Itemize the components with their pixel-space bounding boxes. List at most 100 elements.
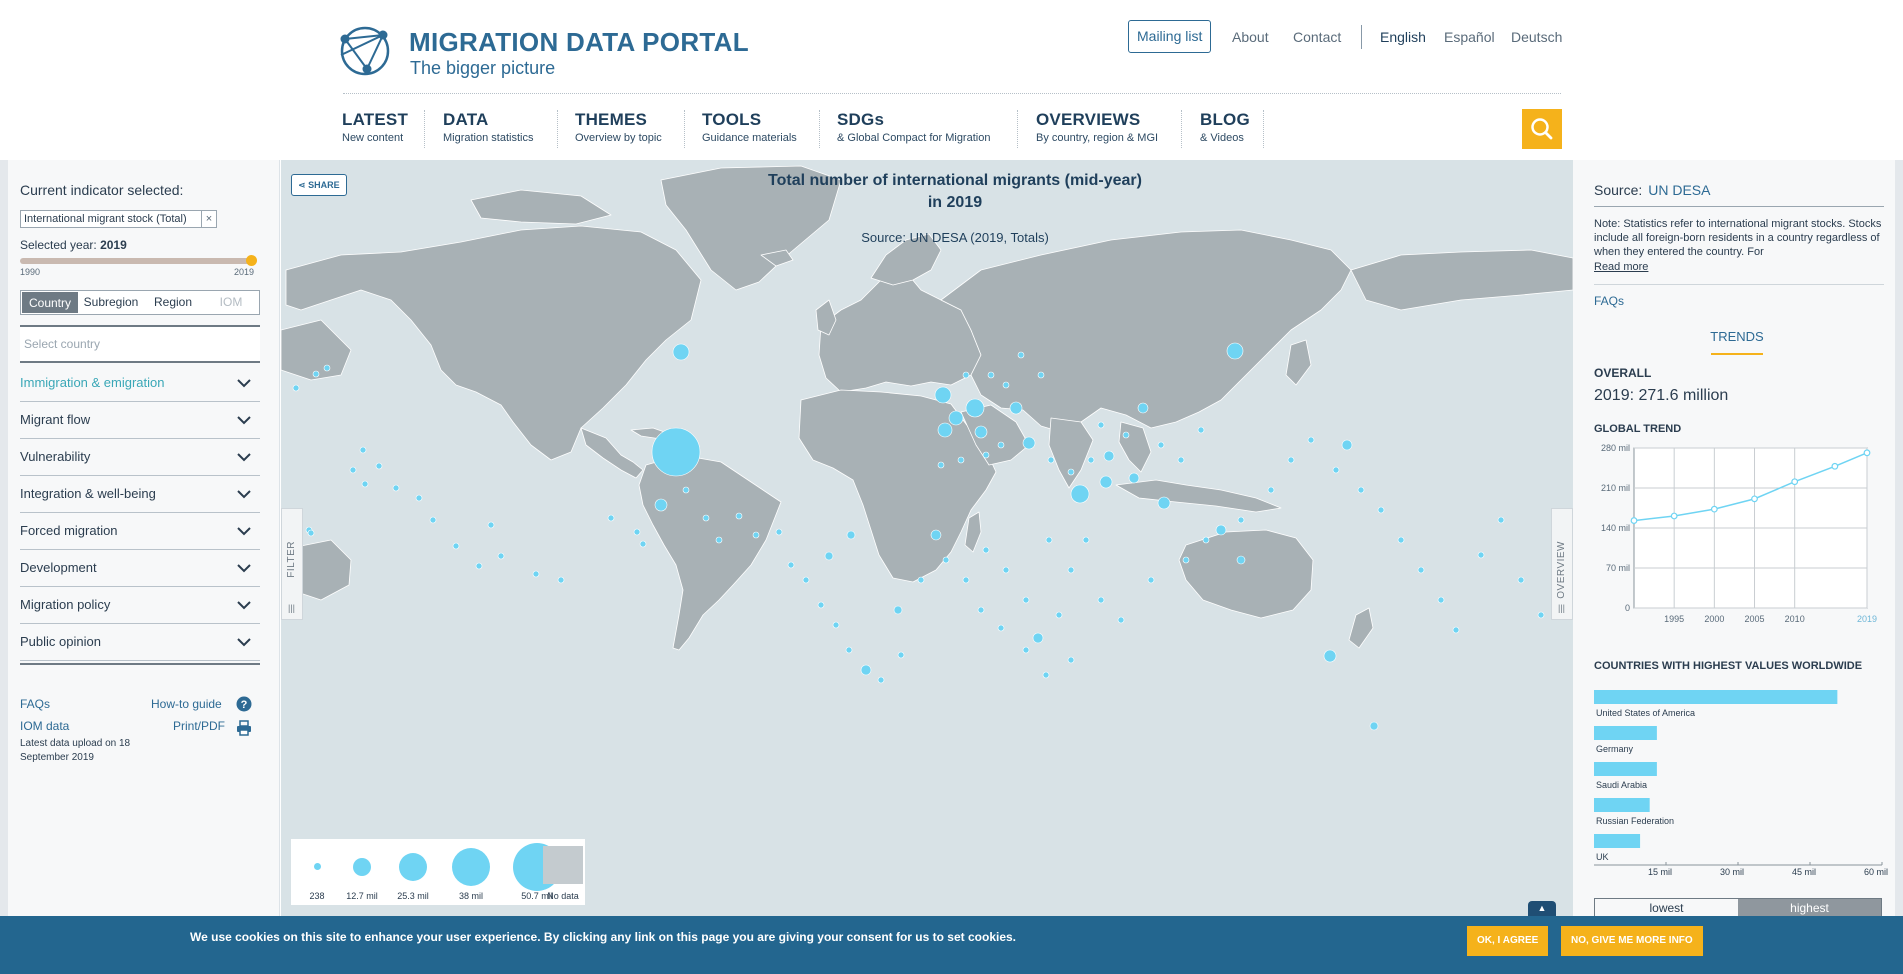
nav-separator [819, 110, 820, 148]
bubble-small-48 [977, 606, 985, 614]
bubble-small-07 [415, 494, 423, 502]
nav-title: THEMES [575, 110, 648, 129]
indicator-chip[interactable]: International migrant stock (Total) × [20, 210, 217, 228]
cookie-more-info-button[interactable]: NO, GIVE ME MORE INFO [1561, 926, 1703, 956]
share-button[interactable]: ⋖ SHARE [291, 174, 347, 196]
category-item[interactable]: Forced migration [20, 513, 260, 550]
tab-region[interactable]: Region [143, 291, 203, 314]
select-country-dropdown[interactable]: Select country [20, 325, 260, 363]
site-title[interactable]: MIGRATION DATA PORTAL [409, 27, 749, 58]
legend-label: 12.7 mil [346, 891, 378, 901]
scroll-up-icon[interactable]: ▲ [1528, 901, 1556, 916]
selected-year-label: Selected year: 2019 [20, 238, 127, 252]
overview-panel-toggle[interactable]: OVERVIEW ||| [1551, 508, 1573, 620]
mailing-list-button[interactable]: Mailing list [1128, 20, 1212, 53]
read-more-link[interactable]: Read more [1594, 261, 1648, 273]
tab-country[interactable]: Country [21, 291, 79, 314]
bubble-italy [974, 425, 988, 439]
bubble-small-43 [1055, 611, 1063, 619]
bubble-small-02 [359, 446, 367, 454]
bubble-small-05 [375, 462, 383, 470]
nav-blog[interactable]: BLOG & Videos [1200, 110, 1250, 150]
source-value-link[interactable]: UN DESA [1648, 182, 1710, 198]
bubble-small-73 [1097, 421, 1105, 429]
nav-data[interactable]: DATA Migration statistics [443, 110, 533, 150]
print-pdf-link[interactable]: Print/PDF [173, 719, 225, 733]
trend-point [1710, 505, 1718, 513]
world-map-canvas[interactable] [281, 160, 1573, 916]
language-espanol[interactable]: Español [1444, 29, 1495, 45]
sort-lowest-button[interactable]: lowest [1595, 899, 1738, 917]
print-icon[interactable] [236, 720, 252, 736]
global-trend-chart[interactable]: 0 70 mil 140 mil 210 mil 280 mil 1995 2000 2005… [1594, 440, 1894, 630]
nav-title: DATA [443, 110, 489, 129]
nav-title: BLOG [1200, 110, 1250, 129]
bubble-small-24 [735, 512, 743, 520]
bubble-cote-ivoire [930, 529, 942, 541]
category-item[interactable]: Migration policy [20, 587, 260, 624]
bubble-small-61 [1397, 536, 1405, 544]
nav-subtitle: & Videos [1200, 132, 1244, 144]
bubble-small-29 [817, 601, 825, 609]
category-item[interactable]: Migrant flow [20, 402, 260, 439]
language-english[interactable]: English [1380, 29, 1426, 45]
world-map[interactable]: ⋖ SHARE Total number of international mi… [281, 160, 1573, 916]
trend-x-tick: 2019 [1857, 614, 1877, 624]
about-link[interactable]: About [1232, 29, 1269, 45]
bubble-small-30 [832, 621, 840, 629]
year-slider-track[interactable] [20, 258, 252, 264]
language-deutsch[interactable]: Deutsch [1511, 29, 1562, 45]
category-item[interactable]: Development [20, 550, 260, 587]
nav-sdgs[interactable]: SDGs & Global Compact for Migration [837, 110, 990, 150]
trend-point [1630, 517, 1638, 524]
share-icon: ⋖ [298, 180, 306, 190]
bar [1594, 726, 1657, 740]
chevron-down-icon [237, 601, 251, 610]
bubble-small-67 [1517, 576, 1525, 584]
category-item[interactable]: Public opinion [20, 624, 260, 661]
category-item[interactable]: Integration & well-being [20, 476, 260, 513]
cookie-agree-button[interactable]: OK, I AGREE [1467, 926, 1549, 956]
far-east-russia-landmass [1350, 249, 1573, 311]
bubble-small-70 [1197, 426, 1205, 434]
contact-link[interactable]: Contact [1293, 29, 1341, 45]
top-countries-chart[interactable]: United States of America Germany Saudi Ara… [1594, 676, 1894, 876]
faqs-link[interactable]: FAQs [20, 697, 50, 711]
category-label: Forced migration [20, 523, 118, 538]
bubble-small-36 [962, 576, 970, 584]
sort-highest-button[interactable]: highest [1738, 899, 1881, 917]
remove-indicator-icon[interactable]: × [201, 211, 216, 227]
bubble-small-04 [361, 480, 369, 488]
category-item[interactable]: Immigration & emigration [20, 365, 260, 402]
nav-latest[interactable]: LATEST New content [342, 110, 408, 150]
share-label: SHARE [308, 180, 340, 190]
bubble-small-72 [1122, 431, 1130, 439]
tab-subregion[interactable]: Subregion [79, 291, 143, 314]
portal-logo-icon[interactable] [337, 25, 393, 77]
how-to-guide-link[interactable]: How-to guide [151, 697, 222, 711]
nav-themes[interactable]: THEMES Overview by topic [575, 110, 662, 150]
site-header: MIGRATION DATA PORTAL The bigger picture… [0, 0, 1903, 160]
category-label: Migration policy [20, 597, 111, 612]
trend-y-tick: 140 mil [1601, 523, 1630, 533]
search-button[interactable] [1522, 109, 1562, 149]
category-item[interactable]: Vulnerability [20, 439, 260, 476]
bubble-small-81 [937, 461, 945, 469]
year-max-label: 2019 [234, 267, 255, 277]
tab-iom[interactable]: IOM [203, 291, 259, 314]
tab-trends[interactable]: TRENDS [1710, 329, 1764, 344]
bubble-small-20 [639, 540, 647, 548]
nav-separator [1017, 110, 1018, 148]
nav-overviews[interactable]: OVERVIEWS By country, region & MGI [1036, 110, 1158, 150]
help-icon[interactable]: ? [236, 696, 252, 712]
filter-panel-toggle[interactable]: FILTER ||| [281, 508, 303, 620]
nav-title: OVERVIEWS [1036, 110, 1141, 129]
iom-data-link[interactable]: IOM data [20, 719, 69, 733]
overview-faqs-link[interactable]: FAQs [1594, 294, 1624, 308]
year-slider-handle[interactable] [246, 255, 257, 266]
legend-label: 25.3 mil [397, 891, 429, 901]
nav-tools[interactable]: TOOLS Guidance materials [702, 110, 797, 150]
upload-note: Latest data upload on 18 September 2019 [20, 738, 131, 763]
bubble-small-37 [982, 546, 990, 554]
bubble-small-12 [497, 552, 505, 560]
